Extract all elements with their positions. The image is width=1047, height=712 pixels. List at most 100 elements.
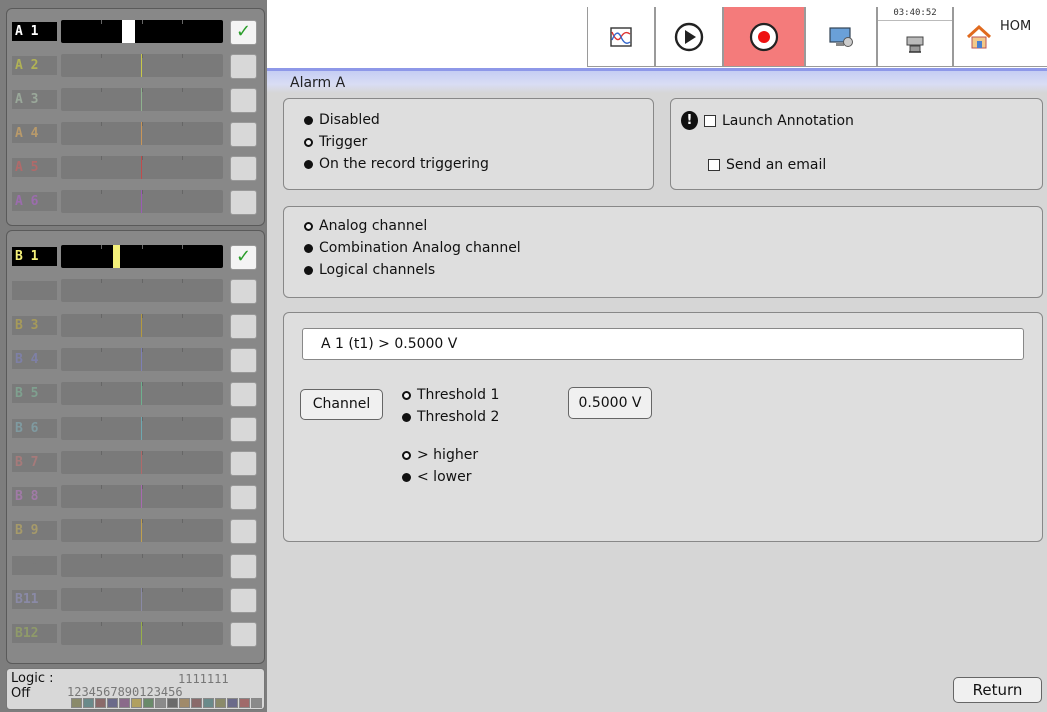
channel-label[interactable]: B 2 <box>12 281 57 301</box>
channel-trace-strip[interactable] <box>61 20 223 43</box>
radio-analog-channel[interactable]: Analog channel <box>304 218 427 234</box>
channel-enable-checkbox[interactable] <box>230 588 257 613</box>
channel-enable-checkbox[interactable] <box>230 485 257 511</box>
channel-trace-strip[interactable] <box>61 553 223 577</box>
channel-label[interactable]: A 5 <box>12 158 57 177</box>
channel-label[interactable]: B12 <box>12 624 57 644</box>
channel-enable-checkbox[interactable] <box>230 279 257 305</box>
channel-enable-checkbox[interactable] <box>230 416 257 442</box>
channel-row: B 5 <box>7 376 264 410</box>
channel-label[interactable]: A 1 <box>12 22 57 41</box>
channel-label[interactable]: B10 <box>12 555 57 575</box>
channel-enable-checkbox[interactable] <box>230 122 257 147</box>
play-icon <box>674 22 704 51</box>
channel-trace-strip[interactable] <box>61 382 223 406</box>
channel-trace-strip[interactable] <box>61 588 223 611</box>
channel-row: B 9 <box>7 513 264 547</box>
channel-trace-strip[interactable] <box>61 54 223 77</box>
channel-label[interactable]: B 8 <box>12 487 57 507</box>
home-label: HOM <box>1000 19 1032 34</box>
channel-row: A 3 <box>7 82 264 116</box>
logic-channel-box <box>179 698 190 708</box>
channel-trace-strip[interactable] <box>61 88 223 111</box>
channel-enable-checkbox[interactable]: ✓ <box>230 245 257 270</box>
channel-enable-checkbox[interactable] <box>230 622 257 648</box>
channel-trace-strip[interactable] <box>61 313 223 337</box>
home-button[interactable]: HOM <box>953 7 1047 67</box>
channel-label[interactable]: B 9 <box>12 521 57 541</box>
channel-trace-strip[interactable] <box>61 245 223 268</box>
radio-higher[interactable]: > higher <box>402 447 478 463</box>
channel-enable-checkbox[interactable]: ✓ <box>230 20 257 45</box>
radio-threshold-2[interactable]: Threshold 2 <box>402 409 499 425</box>
channel-label[interactable]: B 6 <box>12 418 57 438</box>
channel-label[interactable]: B 5 <box>12 384 57 404</box>
screen-settings-icon <box>829 26 853 47</box>
alert-icon: ! <box>681 111 698 130</box>
channel-trace-strip[interactable] <box>61 416 223 440</box>
radio-trigger[interactable]: Trigger <box>304 134 367 150</box>
channel-label[interactable]: B 1 <box>12 247 57 266</box>
channel-enable-checkbox[interactable] <box>230 156 257 181</box>
channel-enable-checkbox[interactable] <box>230 347 257 373</box>
radio-logical-channels[interactable]: Logical channels <box>304 262 435 278</box>
logic-state: Off <box>11 686 31 701</box>
logic-channel-box <box>167 698 178 708</box>
logic-channel-box <box>95 698 106 708</box>
channel-label[interactable]: B 3 <box>12 315 57 335</box>
channel-button[interactable]: Channel <box>300 389 383 420</box>
channel-label[interactable]: A 4 <box>12 124 57 143</box>
channel-trace-line <box>141 313 142 337</box>
logic-channels-bar[interactable]: Logic : Off 1111111 1234567890123456 <box>6 668 265 710</box>
launch-annotation-checkbox[interactable]: ! Launch Annotation <box>681 111 854 130</box>
record-button[interactable] <box>723 7 805 67</box>
waveform-view-button[interactable] <box>587 7 655 67</box>
return-button[interactable]: Return <box>953 677 1042 703</box>
radio-on-record-triggering[interactable]: On the record triggering <box>304 156 489 172</box>
play-button[interactable] <box>655 7 723 67</box>
channel-trace-strip[interactable] <box>61 622 223 646</box>
channel-enable-checkbox[interactable] <box>230 54 257 79</box>
channel-label[interactable]: A 3 <box>12 90 57 109</box>
channel-enable-checkbox[interactable] <box>230 313 257 339</box>
channel-trace-line <box>141 450 142 474</box>
logic-channel-box <box>143 698 154 708</box>
channel-trace-strip[interactable] <box>61 485 223 509</box>
radio-dot <box>402 412 411 422</box>
alarm-source-panel: Analog channel Combination Analog channe… <box>283 206 1043 298</box>
channel-label[interactable]: B11 <box>12 590 57 609</box>
channel-enable-checkbox[interactable] <box>230 382 257 408</box>
channel-label[interactable]: B 7 <box>12 452 57 472</box>
threshold-value-button[interactable]: 0.5000 V <box>568 387 652 419</box>
channel-trace-strip[interactable] <box>61 519 223 543</box>
radio-disabled[interactable]: Disabled <box>304 112 380 128</box>
channel-trace-line <box>141 156 142 179</box>
channel-label[interactable]: A 2 <box>12 56 57 75</box>
network-button[interactable]: 03:40:52 <box>877 7 953 67</box>
channel-label[interactable]: A 6 <box>12 192 57 211</box>
channel-enable-checkbox[interactable] <box>230 88 257 113</box>
channel-enable-checkbox[interactable] <box>230 190 257 215</box>
channel-level-marker <box>113 245 120 268</box>
channel-enable-checkbox[interactable] <box>230 450 257 476</box>
radio-threshold-1[interactable]: Threshold 1 <box>402 387 499 403</box>
channel-label[interactable]: B 4 <box>12 349 57 369</box>
channel-trace-strip[interactable] <box>61 122 223 145</box>
channel-enable-checkbox[interactable] <box>230 553 257 579</box>
screen-settings-button[interactable] <box>805 7 877 67</box>
channel-trace-strip[interactable] <box>61 190 223 213</box>
channel-trace-strip[interactable] <box>61 347 223 371</box>
channel-enable-checkbox[interactable] <box>230 519 257 545</box>
send-email-checkbox[interactable]: Send an email <box>708 157 826 173</box>
channel-row: B 8 <box>7 479 264 513</box>
channel-trace-strip[interactable] <box>61 279 223 303</box>
channel-trace-line <box>141 416 142 440</box>
channel-trace-strip[interactable] <box>61 450 223 474</box>
radio-lower[interactable]: < lower <box>402 469 471 485</box>
home-icon <box>966 24 992 48</box>
channel-trace-strip[interactable] <box>61 156 223 179</box>
channel-row: B 6 <box>7 411 264 445</box>
alarm-title: Alarm A <box>290 75 346 91</box>
alarm-actions-panel: ! Launch Annotation Send an email <box>670 98 1043 190</box>
radio-combination-analog[interactable]: Combination Analog channel <box>304 240 521 256</box>
